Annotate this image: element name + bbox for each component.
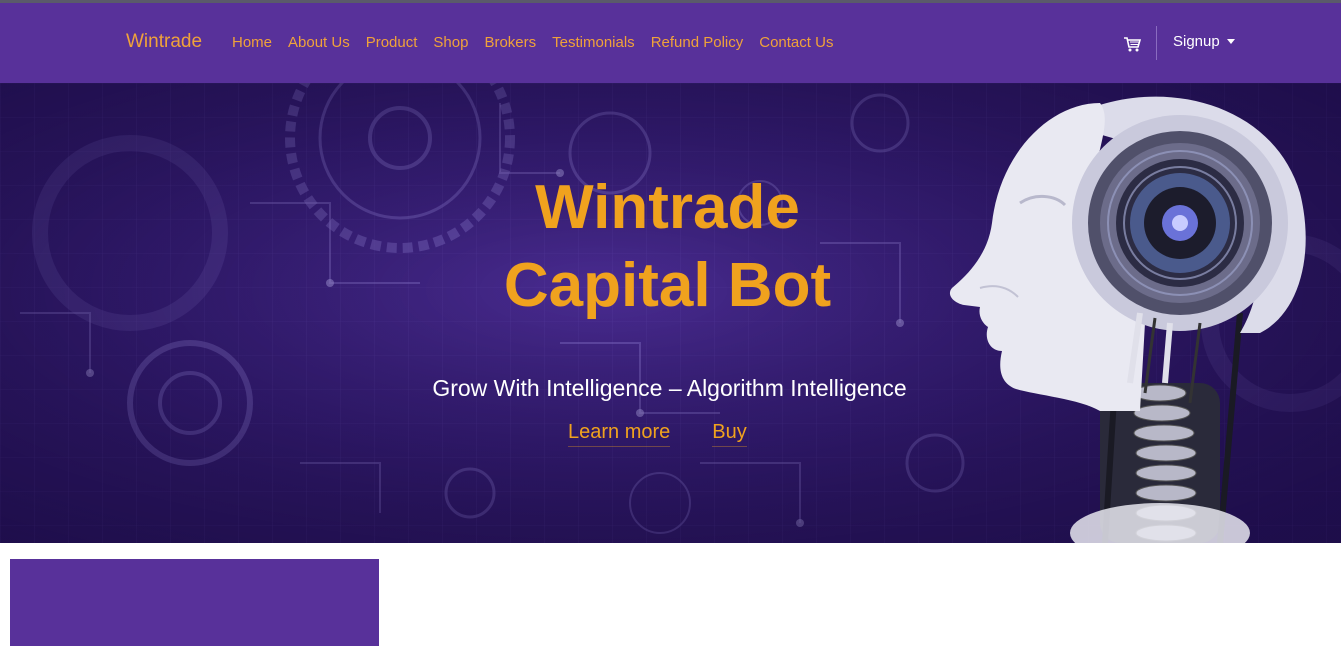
hero-actions: Learn more Buy [568, 421, 747, 447]
nav-link-refund-policy[interactable]: Refund Policy [651, 34, 744, 51]
nav-link-testimonials[interactable]: Testimonials [552, 34, 635, 51]
nav-link-shop[interactable]: Shop [433, 34, 468, 51]
nav-link-product[interactable]: Product [366, 34, 418, 51]
nav-link-about-us[interactable]: About Us [288, 34, 350, 51]
signup-dropdown[interactable]: Signup [1173, 33, 1235, 50]
hero-subtitle: Grow With Intelligence – Algorithm Intel… [432, 375, 907, 401]
navbar: Wintrade Home About Us Product Shop Brok… [0, 3, 1341, 83]
hero-title-line2: Capital Bot [503, 251, 832, 320]
nav-link-brokers[interactable]: Brokers [484, 34, 536, 51]
brand-logo[interactable]: Wintrade [126, 31, 202, 53]
cart-icon[interactable] [1123, 36, 1142, 52]
learn-more-link[interactable]: Learn more [568, 421, 671, 447]
hero-title-line1: Wintrade [535, 173, 800, 242]
signup-label: Signup [1173, 33, 1220, 50]
buy-link[interactable]: Buy [712, 421, 747, 447]
nav-links: Home About Us Product Shop Brokers Testi… [232, 34, 849, 51]
content-card-placeholder [10, 559, 379, 646]
nav-divider [1156, 26, 1157, 60]
chevron-down-icon [1226, 39, 1235, 44]
nav-link-home[interactable]: Home [232, 34, 272, 51]
hero-banner: Wintrade Capital Bot Grow With Intellige… [0, 83, 1341, 543]
nav-link-contact-us[interactable]: Contact Us [759, 34, 833, 51]
